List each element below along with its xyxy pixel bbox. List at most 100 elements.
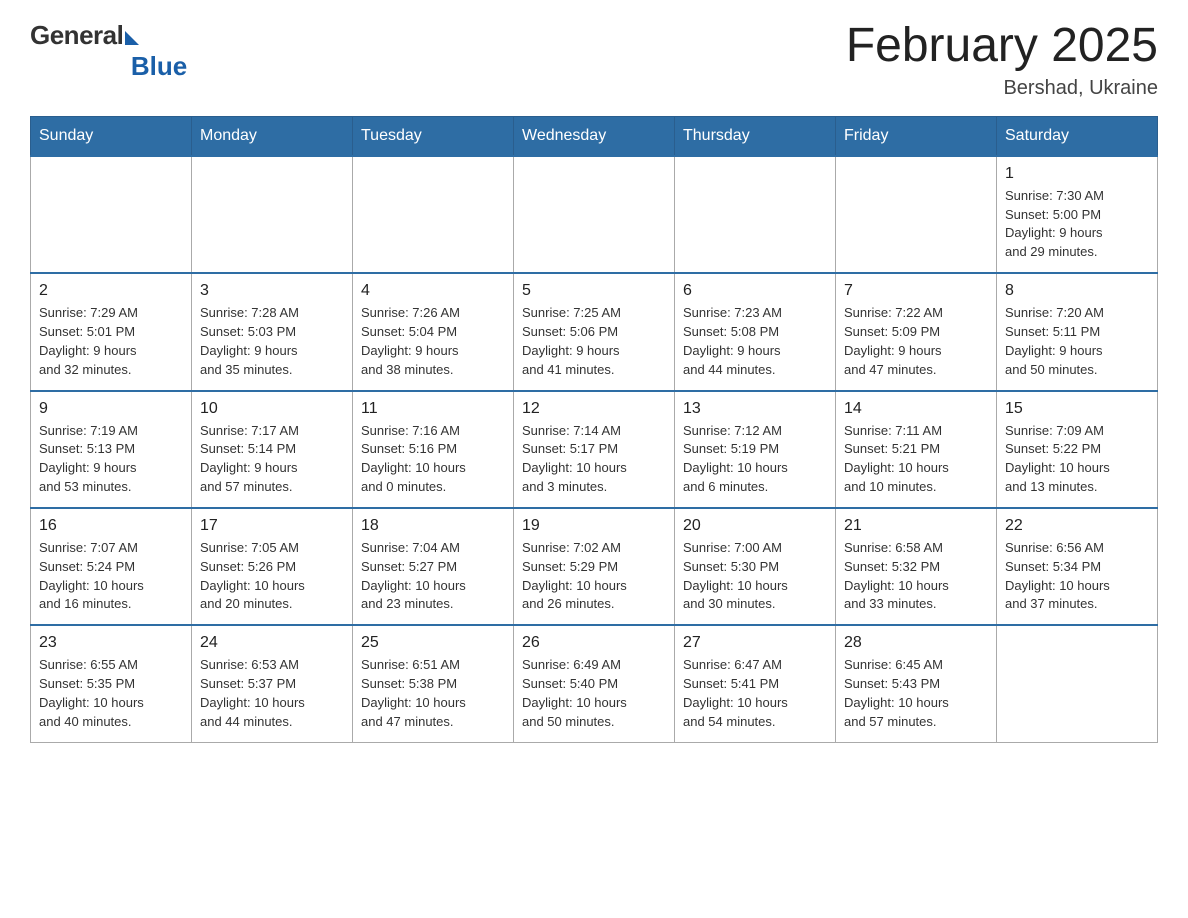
day-info: Sunrise: 6:45 AMSunset: 5:43 PMDaylight:…	[844, 656, 988, 731]
day-number: 25	[361, 634, 505, 652]
table-row: 10 Sunrise: 7:17 AMSunset: 5:14 PMDayligh…	[192, 391, 353, 508]
table-row: 28 Sunrise: 6:45 AMSunset: 5:43 PMDayligh…	[836, 625, 997, 742]
table-row: 1 Sunrise: 7:30 AMSunset: 5:00 PMDaylight…	[997, 156, 1158, 273]
table-row: 8 Sunrise: 7:20 AMSunset: 5:11 PMDaylight…	[997, 273, 1158, 390]
day-info: Sunrise: 6:58 AMSunset: 5:32 PMDaylight:…	[844, 539, 988, 614]
day-info: Sunrise: 7:11 AMSunset: 5:21 PMDaylight:…	[844, 422, 988, 497]
table-row: 13 Sunrise: 7:12 AMSunset: 5:19 PMDayligh…	[675, 391, 836, 508]
table-row	[675, 156, 836, 273]
table-row: 5 Sunrise: 7:25 AMSunset: 5:06 PMDaylight…	[514, 273, 675, 390]
day-info: Sunrise: 7:12 AMSunset: 5:19 PMDaylight:…	[683, 422, 827, 497]
day-info: Sunrise: 7:05 AMSunset: 5:26 PMDaylight:…	[200, 539, 344, 614]
table-row: 25 Sunrise: 6:51 AMSunset: 5:38 PMDayligh…	[353, 625, 514, 742]
day-info: Sunrise: 7:23 AMSunset: 5:08 PMDaylight:…	[683, 304, 827, 379]
day-number: 12	[522, 400, 666, 418]
col-wednesday: Wednesday	[514, 116, 675, 156]
day-number: 11	[361, 400, 505, 418]
day-number: 23	[39, 634, 183, 652]
day-number: 24	[200, 634, 344, 652]
table-row: 18Sunrise: 7:04 AMSunset: 5:27 PMDayligh…	[353, 508, 514, 625]
calendar-table: Sunday Monday Tuesday Wednesday Thursday…	[30, 116, 1158, 743]
calendar-week-row: 16 Sunrise: 7:07 AMSunset: 5:24 PMDayligh…	[31, 508, 1158, 625]
table-row: 7Sunrise: 7:22 AMSunset: 5:09 PMDaylight…	[836, 273, 997, 390]
col-sunday: Sunday	[31, 116, 192, 156]
calendar-week-row: 1 Sunrise: 7:30 AMSunset: 5:00 PMDaylight…	[31, 156, 1158, 273]
location: Bershad, Ukraine	[846, 77, 1158, 100]
day-number: 26	[522, 634, 666, 652]
logo-general-text: General	[30, 20, 123, 51]
day-number: 3	[200, 282, 344, 300]
day-info: Sunrise: 7:26 AMSunset: 5:04 PMDaylight:…	[361, 304, 505, 379]
table-row: 27 Sunrise: 6:47 AMSunset: 5:41 PMDayligh…	[675, 625, 836, 742]
table-row	[192, 156, 353, 273]
calendar-header-row: Sunday Monday Tuesday Wednesday Thursday…	[31, 116, 1158, 156]
day-info: Sunrise: 6:47 AMSunset: 5:41 PMDaylight:…	[683, 656, 827, 731]
day-info: Sunrise: 7:30 AMSunset: 5:00 PMDaylight:…	[1005, 187, 1149, 262]
day-info: Sunrise: 7:25 AMSunset: 5:06 PMDaylight:…	[522, 304, 666, 379]
table-row: 17 Sunrise: 7:05 AMSunset: 5:26 PMDayligh…	[192, 508, 353, 625]
table-row: 16 Sunrise: 7:07 AMSunset: 5:24 PMDayligh…	[31, 508, 192, 625]
col-thursday: Thursday	[675, 116, 836, 156]
table-row: 6 Sunrise: 7:23 AMSunset: 5:08 PMDaylight…	[675, 273, 836, 390]
day-number: 4	[361, 282, 505, 300]
table-row: 20 Sunrise: 7:00 AMSunset: 5:30 PMDayligh…	[675, 508, 836, 625]
day-info: Sunrise: 6:51 AMSunset: 5:38 PMDaylight:…	[361, 656, 505, 731]
table-row: 23Sunrise: 6:55 AMSunset: 5:35 PMDayligh…	[31, 625, 192, 742]
day-number: 22	[1005, 517, 1149, 535]
calendar-week-row: 23Sunrise: 6:55 AMSunset: 5:35 PMDayligh…	[31, 625, 1158, 742]
day-info: Sunrise: 7:17 AMSunset: 5:14 PMDaylight:…	[200, 422, 344, 497]
table-row	[353, 156, 514, 273]
table-row: 19Sunrise: 7:02 AMSunset: 5:29 PMDayligh…	[514, 508, 675, 625]
day-info: Sunrise: 7:29 AMSunset: 5:01 PMDaylight:…	[39, 304, 183, 379]
day-number: 5	[522, 282, 666, 300]
day-number: 17	[200, 517, 344, 535]
day-number: 6	[683, 282, 827, 300]
day-info: Sunrise: 7:14 AMSunset: 5:17 PMDaylight:…	[522, 422, 666, 497]
day-number: 1	[1005, 165, 1149, 183]
day-number: 13	[683, 400, 827, 418]
table-row	[514, 156, 675, 273]
day-info: Sunrise: 7:19 AMSunset: 5:13 PMDaylight:…	[39, 422, 183, 497]
day-number: 2	[39, 282, 183, 300]
day-number: 21	[844, 517, 988, 535]
table-row: 9Sunrise: 7:19 AMSunset: 5:13 PMDaylight…	[31, 391, 192, 508]
table-row: 21 Sunrise: 6:58 AMSunset: 5:32 PMDayligh…	[836, 508, 997, 625]
day-info: Sunrise: 6:53 AMSunset: 5:37 PMDaylight:…	[200, 656, 344, 731]
table-row	[836, 156, 997, 273]
logo-blue-text: Blue	[131, 51, 187, 82]
table-row: 2 Sunrise: 7:29 AMSunset: 5:01 PMDaylight…	[31, 273, 192, 390]
day-number: 8	[1005, 282, 1149, 300]
col-friday: Friday	[836, 116, 997, 156]
day-number: 28	[844, 634, 988, 652]
day-info: Sunrise: 7:00 AMSunset: 5:30 PMDaylight:…	[683, 539, 827, 614]
table-row: 15 Sunrise: 7:09 AMSunset: 5:22 PMDayligh…	[997, 391, 1158, 508]
table-row: 14Sunrise: 7:11 AMSunset: 5:21 PMDayligh…	[836, 391, 997, 508]
table-row: 24 Sunrise: 6:53 AMSunset: 5:37 PMDayligh…	[192, 625, 353, 742]
day-number: 20	[683, 517, 827, 535]
day-info: Sunrise: 7:07 AMSunset: 5:24 PMDaylight:…	[39, 539, 183, 614]
table-row	[31, 156, 192, 273]
day-number: 15	[1005, 400, 1149, 418]
day-info: Sunrise: 6:56 AMSunset: 5:34 PMDaylight:…	[1005, 539, 1149, 614]
day-number: 10	[200, 400, 344, 418]
day-info: Sunrise: 7:28 AMSunset: 5:03 PMDaylight:…	[200, 304, 344, 379]
day-info: Sunrise: 6:49 AMSunset: 5:40 PMDaylight:…	[522, 656, 666, 731]
table-row: 12 Sunrise: 7:14 AMSunset: 5:17 PMDayligh…	[514, 391, 675, 508]
day-number: 27	[683, 634, 827, 652]
col-monday: Monday	[192, 116, 353, 156]
calendar-week-row: 2 Sunrise: 7:29 AMSunset: 5:01 PMDaylight…	[31, 273, 1158, 390]
day-info: Sunrise: 7:09 AMSunset: 5:22 PMDaylight:…	[1005, 422, 1149, 497]
day-number: 16	[39, 517, 183, 535]
page-header: General General Blue February 2025 Bersh…	[30, 20, 1158, 100]
logo: General General Blue	[30, 20, 187, 82]
title-area: February 2025 Bershad, Ukraine	[846, 20, 1158, 100]
col-tuesday: Tuesday	[353, 116, 514, 156]
col-saturday: Saturday	[997, 116, 1158, 156]
month-title: February 2025	[846, 20, 1158, 73]
day-info: Sunrise: 7:02 AMSunset: 5:29 PMDaylight:…	[522, 539, 666, 614]
day-info: Sunrise: 7:04 AMSunset: 5:27 PMDaylight:…	[361, 539, 505, 614]
table-row: 11Sunrise: 7:16 AMSunset: 5:16 PMDayligh…	[353, 391, 514, 508]
day-info: Sunrise: 7:20 AMSunset: 5:11 PMDaylight:…	[1005, 304, 1149, 379]
table-row	[997, 625, 1158, 742]
day-info: Sunrise: 7:22 AMSunset: 5:09 PMDaylight:…	[844, 304, 988, 379]
